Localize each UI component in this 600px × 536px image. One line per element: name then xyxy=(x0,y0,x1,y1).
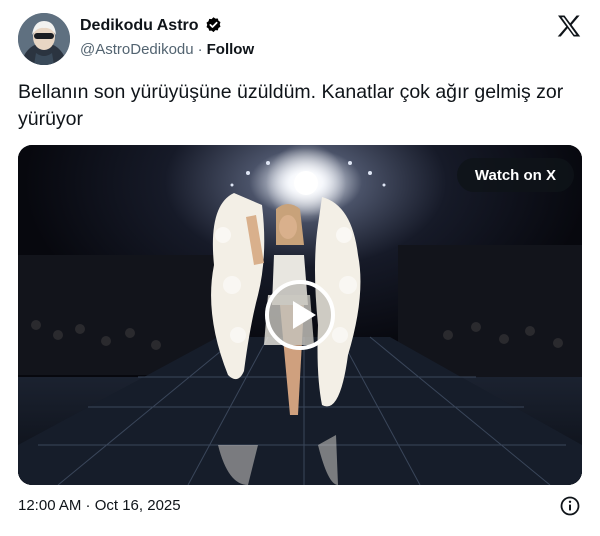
author-name-row: Dedikodu Astro xyxy=(80,16,223,35)
author-handle[interactable]: @AstroDedikodu xyxy=(80,41,194,58)
tweet-card: Dedikodu Astro @AstroDedikodu · Follow B… xyxy=(0,0,600,536)
info-icon[interactable] xyxy=(560,496,580,516)
tweet-text: Bellanın son yürüyüşüne üzüldüm. Kanatla… xyxy=(18,81,564,130)
handle-separator: · xyxy=(197,41,203,58)
avatar[interactable] xyxy=(18,13,70,65)
author-handle-row: @AstroDedikodu · Follow xyxy=(80,41,254,58)
watch-on-x-button[interactable]: Watch on X xyxy=(456,158,574,192)
verified-badge-icon xyxy=(206,17,220,33)
avatar-image xyxy=(18,13,70,65)
play-icon[interactable] xyxy=(264,279,336,351)
video-player[interactable]: Watch on X xyxy=(18,145,582,485)
follow-button[interactable]: Follow xyxy=(207,41,255,58)
x-logo-icon[interactable] xyxy=(557,15,581,37)
tweet-timestamp[interactable]: 12:00 AM · Oct 16, 2025 xyxy=(18,497,181,514)
author-display-name[interactable]: Dedikodu Astro xyxy=(80,17,199,35)
